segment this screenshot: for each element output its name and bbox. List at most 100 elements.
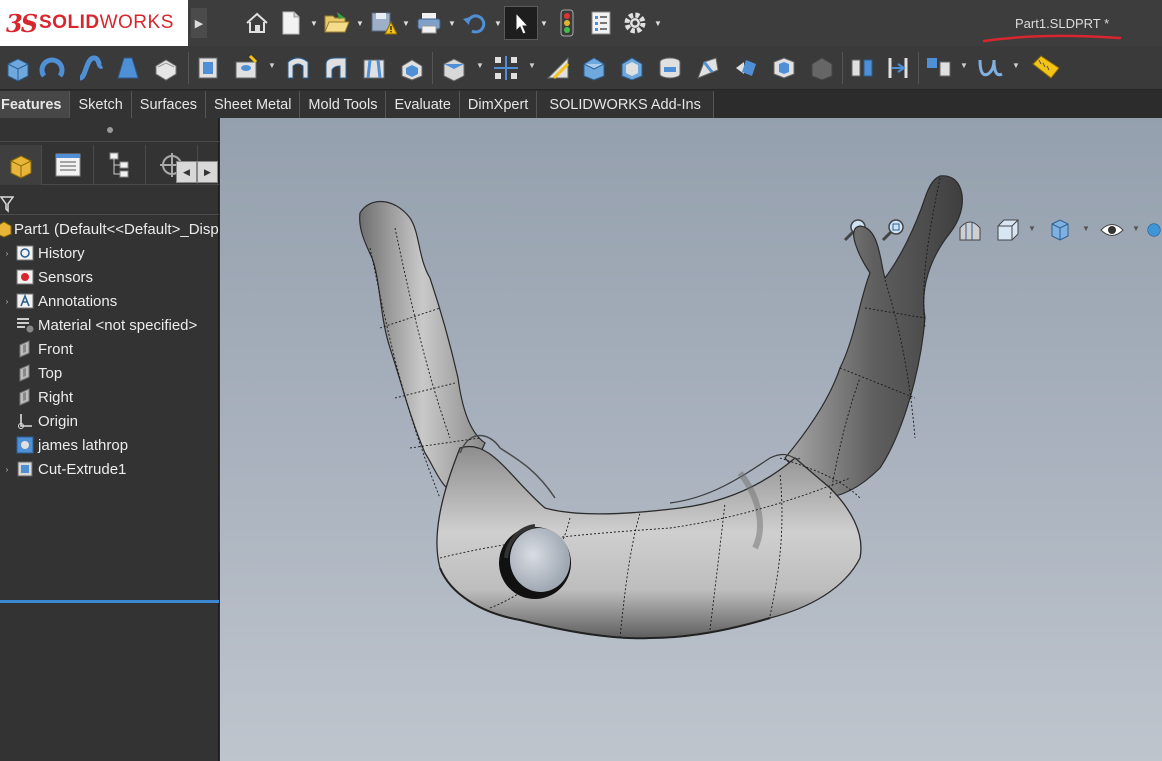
- boundary-boss-icon[interactable]: [150, 52, 182, 84]
- tree-filter[interactable]: [0, 193, 219, 215]
- intersect-icon[interactable]: [692, 52, 724, 84]
- configuration-manager-icon[interactable]: [94, 145, 146, 185]
- reference-geometry-icon[interactable]: [730, 52, 762, 84]
- chevron-down-icon[interactable]: ▼: [400, 19, 412, 28]
- chevron-down-icon[interactable]: ▼: [1028, 224, 1036, 233]
- file-properties-icon[interactable]: [584, 6, 618, 40]
- chevron-down-icon[interactable]: ▼: [476, 61, 484, 70]
- solidworks-logo[interactable]: 3S SOLIDWORKS: [0, 0, 188, 46]
- rib-icon[interactable]: [542, 52, 574, 84]
- document-title: Part1.SLDPRT *: [1015, 16, 1110, 31]
- hole-wizard-icon[interactable]: [230, 52, 262, 84]
- appearance-icon[interactable]: [1146, 214, 1162, 246]
- wrap-icon[interactable]: [654, 52, 686, 84]
- tab-features[interactable]: Features: [0, 91, 71, 118]
- lofted-boss-icon[interactable]: [112, 52, 144, 84]
- tab-sketch[interactable]: Sketch: [70, 91, 132, 118]
- tab-sheet-metal[interactable]: Sheet Metal: [206, 91, 301, 118]
- cut-extrude-icon: [14, 459, 36, 479]
- chevron-down-icon[interactable]: ▼: [652, 19, 664, 28]
- expand-arrow-icon[interactable]: ›: [0, 465, 14, 474]
- fillet-icon[interactable]: [438, 52, 470, 84]
- menu-expand-button[interactable]: ▶: [191, 8, 207, 38]
- tab-evaluate[interactable]: Evaluate: [386, 91, 460, 118]
- tree-node-label: Part1 (Default<<Default>_Display State 1…: [14, 220, 219, 238]
- rollback-bar[interactable]: [0, 600, 219, 603]
- tree-node-front[interactable]: Front: [0, 337, 219, 361]
- chevron-down-icon[interactable]: ▼: [354, 19, 366, 28]
- curves-spline-icon[interactable]: [974, 52, 1006, 84]
- instant3d-icon[interactable]: [806, 52, 838, 84]
- shell-icon[interactable]: [616, 52, 648, 84]
- extruded-boss-icon[interactable]: [2, 52, 34, 84]
- undo-icon[interactable]: [458, 6, 492, 40]
- options-icon[interactable]: [618, 6, 652, 40]
- chevron-down-icon[interactable]: ▼: [446, 19, 458, 28]
- tree-node-label: Front: [38, 340, 74, 358]
- tree-node-label: Material <not specified>: [38, 316, 198, 334]
- plane-icon: [14, 387, 36, 407]
- red-underline-annotation: [982, 34, 1122, 43]
- chevron-down-icon[interactable]: ▼: [1082, 224, 1090, 233]
- measure-icon[interactable]: [1030, 52, 1062, 84]
- tree-node-part1[interactable]: Part1 (Default<<Default>_Display State 1…: [0, 217, 219, 241]
- boundary-cut-icon[interactable]: [396, 52, 428, 84]
- new-document-icon[interactable]: [274, 6, 308, 40]
- view-orientation-icon[interactable]: [992, 214, 1024, 246]
- tree-node-history[interactable]: › History: [0, 241, 219, 265]
- rebuild-icon[interactable]: [550, 6, 584, 40]
- tree-node-annotations[interactable]: › Annotations: [0, 289, 219, 313]
- chevron-down-icon[interactable]: ▼: [308, 19, 320, 28]
- home-icon[interactable]: [240, 6, 274, 40]
- draft-icon[interactable]: [578, 52, 610, 84]
- tree-node-sensors[interactable]: Sensors: [0, 265, 219, 289]
- panel-tab-scroller: ◀ ▶: [176, 161, 218, 183]
- chevron-down-icon[interactable]: ▼: [268, 61, 276, 70]
- scroll-left-icon[interactable]: ◀: [176, 161, 197, 183]
- property-manager-icon[interactable]: [42, 145, 94, 185]
- chevron-down-icon[interactable]: ▼: [492, 19, 504, 28]
- lofted-cut-icon[interactable]: [358, 52, 390, 84]
- expand-arrow-icon[interactable]: ›: [0, 297, 14, 306]
- extruded-cut-icon[interactable]: [192, 52, 224, 84]
- chevron-down-icon[interactable]: ▼: [1132, 224, 1140, 233]
- hide-show-icon[interactable]: [1096, 214, 1128, 246]
- print-icon[interactable]: [412, 6, 446, 40]
- origin-icon: [14, 411, 36, 431]
- imported-body-icon: [14, 435, 36, 455]
- tree-node-cut-extrude1[interactable]: › Cut-Extrude1: [0, 457, 219, 481]
- tree-node-right[interactable]: Right: [0, 385, 219, 409]
- tree-node-top[interactable]: Top: [0, 361, 219, 385]
- chevron-down-icon[interactable]: ▼: [538, 19, 550, 28]
- revolved-cut-icon[interactable]: [282, 52, 314, 84]
- graphics-viewport[interactable]: ▼ ▼ ▼: [220, 118, 1162, 761]
- select-icon[interactable]: [504, 6, 538, 40]
- panel-grip[interactable]: [0, 118, 219, 142]
- swept-boss-icon[interactable]: [74, 52, 106, 84]
- revolved-boss-icon[interactable]: [36, 52, 68, 84]
- open-icon[interactable]: [320, 6, 354, 40]
- display-style-icon[interactable]: [1044, 214, 1076, 246]
- tree-node-imported-body[interactable]: james lathrop: [0, 433, 219, 457]
- tab-surfaces[interactable]: Surfaces: [131, 91, 207, 118]
- tree-node-origin[interactable]: Origin: [0, 409, 219, 433]
- tree-node-material[interactable]: Material <not specified>: [0, 313, 219, 337]
- scroll-right-icon[interactable]: ▶: [197, 161, 218, 183]
- tab-dimxpert[interactable]: DimXpert: [459, 91, 538, 118]
- chevron-down-icon[interactable]: ▼: [1012, 61, 1020, 70]
- chevron-down-icon[interactable]: ▼: [528, 61, 536, 70]
- expand-arrow-icon[interactable]: ›: [0, 249, 14, 258]
- tab-addins[interactable]: SOLIDWORKS Add-Ins: [537, 91, 714, 118]
- linear-pattern-icon[interactable]: [490, 52, 522, 84]
- move-copy-icon[interactable]: [922, 52, 954, 84]
- tab-mold-tools[interactable]: Mold Tools: [300, 91, 387, 118]
- mirror-icon[interactable]: [846, 52, 878, 84]
- filter-icon[interactable]: [0, 195, 15, 213]
- swept-cut-icon[interactable]: [320, 52, 352, 84]
- save-icon[interactable]: [366, 6, 400, 40]
- split-icon[interactable]: [882, 52, 914, 84]
- curves-icon[interactable]: [768, 52, 800, 84]
- mandible-model[interactable]: [340, 168, 980, 688]
- chevron-down-icon[interactable]: ▼: [960, 61, 968, 70]
- feature-manager-icon[interactable]: [0, 145, 42, 185]
